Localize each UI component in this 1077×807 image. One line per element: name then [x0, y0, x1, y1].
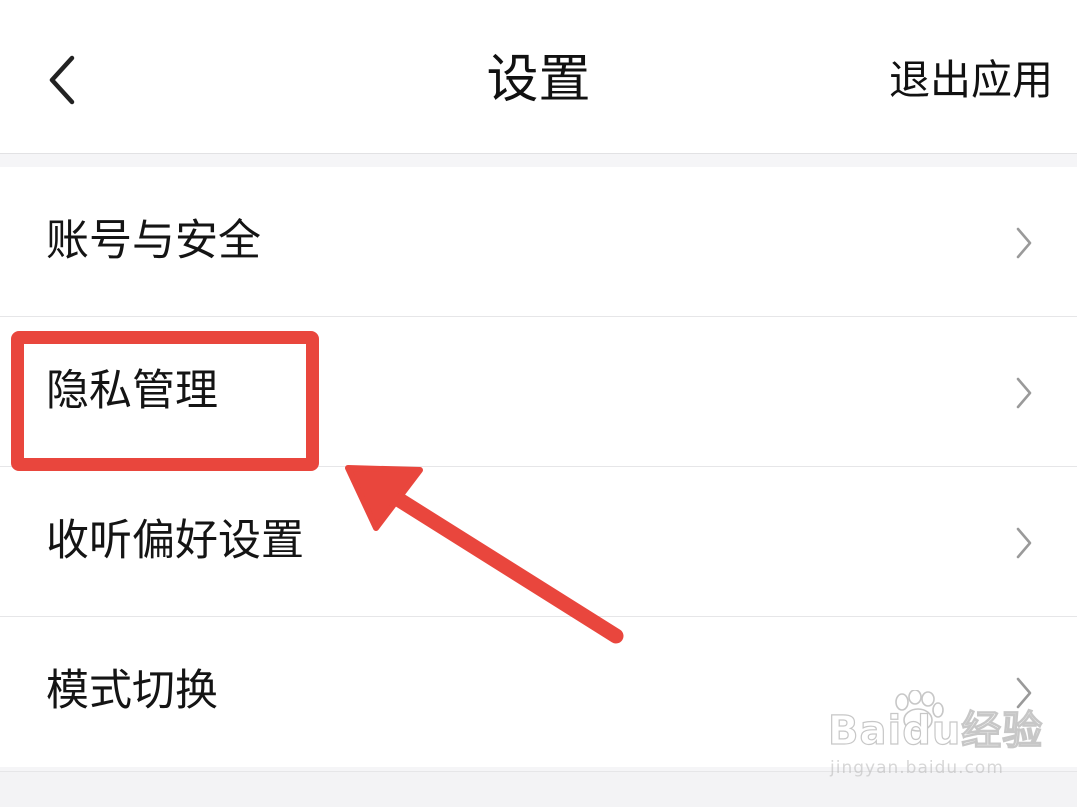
bottom-gap	[0, 771, 1077, 807]
settings-item-privacy[interactable]: 隐私管理	[0, 317, 1077, 467]
chevron-right-icon	[1016, 377, 1032, 409]
settings-item-label: 收听偏好设置	[46, 516, 304, 566]
header-bar: 设置 退出应用	[0, 0, 1077, 154]
chevron-right-icon	[1016, 527, 1032, 559]
settings-screen: 设置 退出应用 账号与安全 隐私管理 收听偏好设置 模式切换 Baidu经验 j…	[0, 0, 1077, 807]
settings-item-mode-switch[interactable]: 模式切换	[0, 617, 1077, 767]
settings-item-listening-preferences[interactable]: 收听偏好设置	[0, 467, 1077, 617]
exit-app-button[interactable]: 退出应用	[889, 50, 1053, 110]
settings-list: 账号与安全 隐私管理 收听偏好设置 模式切换	[0, 167, 1077, 767]
settings-item-label: 模式切换	[46, 666, 218, 716]
settings-item-label: 账号与安全	[46, 216, 261, 266]
settings-item-account-security[interactable]: 账号与安全	[0, 167, 1077, 317]
chevron-right-icon	[1016, 227, 1032, 259]
settings-item-label: 隐私管理	[46, 366, 218, 416]
chevron-right-icon	[1016, 677, 1032, 709]
